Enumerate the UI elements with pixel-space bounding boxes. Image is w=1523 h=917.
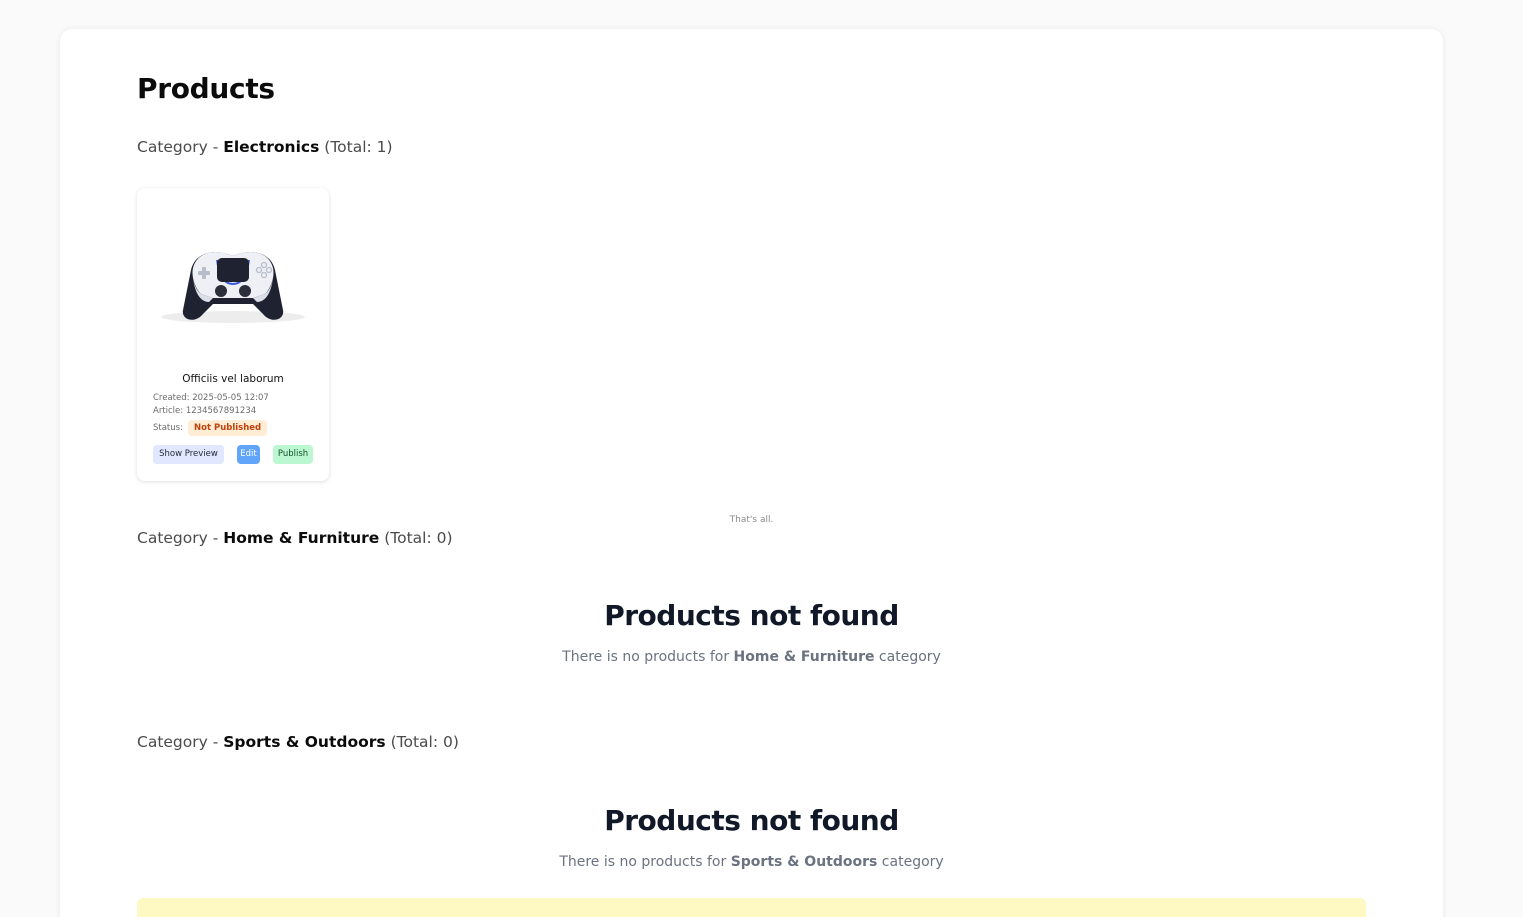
- empty-state-title: Products not found: [604, 599, 899, 632]
- category-total: 0: [436, 529, 447, 547]
- notice-bar: [137, 898, 1366, 917]
- product-card[interactable]: Officiis vel laborum Created: 2025-05-05…: [137, 188, 329, 481]
- empty-text-before: There is no products for: [562, 649, 734, 665]
- show-preview-button[interactable]: Show Preview: [153, 445, 224, 464]
- gamepad-controller-image: [161, 252, 305, 323]
- created-value: 2025-05-05 12:07: [192, 393, 269, 403]
- category-total-open: (Total:: [390, 733, 443, 751]
- empty-state-title: Products not found: [604, 804, 899, 837]
- category-total-close: ): [452, 733, 459, 751]
- product-title[interactable]: Officiis vel laborum: [137, 373, 329, 385]
- category-total-close: ): [446, 529, 453, 547]
- empty-text-after: category: [877, 854, 944, 870]
- category-name: Electronics: [223, 138, 320, 156]
- publish-button[interactable]: Publish: [273, 445, 313, 464]
- category-name: Sports & Outdoors: [223, 733, 386, 751]
- category-total-open: (Total:: [384, 529, 437, 547]
- empty-text-before: There is no products for: [559, 854, 731, 870]
- category-heading-home-furniture: Category - Home & Furniture (Total: 0): [137, 529, 453, 547]
- page-title: Products: [137, 72, 275, 105]
- empty-state-text: There is no products for Home & Furnitur…: [0, 649, 1503, 665]
- empty-category-name: Sports & Outdoors: [730, 854, 878, 870]
- category-heading-electronics: Category - Electronics (Total: 1): [137, 138, 393, 156]
- created-label: Created:: [153, 393, 193, 403]
- edit-button[interactable]: Edit: [237, 445, 260, 464]
- category-prefix: Category -: [137, 733, 224, 751]
- category-heading-sports-outdoors: Category - Sports & Outdoors (Total: 0): [137, 733, 459, 751]
- category-total: 0: [442, 733, 453, 751]
- empty-text-after: category: [874, 649, 941, 665]
- empty-category-name: Home & Furniture: [733, 649, 875, 665]
- category-prefix: Category -: [137, 529, 224, 547]
- category-total-open: (Total:: [324, 138, 377, 156]
- category-total-close: ): [386, 138, 393, 156]
- article-value: 1234567891234: [185, 406, 257, 416]
- status-badge: Not Published: [188, 420, 268, 436]
- product-created: Created: 2025-05-05 12:07: [153, 393, 269, 403]
- status-label: Status:: [153, 423, 183, 433]
- list-end-text: That's all.: [729, 515, 774, 525]
- article-label: Article:: [153, 406, 186, 416]
- category-name: Home & Furniture: [223, 529, 380, 547]
- category-total: 1: [376, 138, 387, 156]
- product-article: Article: 1234567891234: [153, 406, 256, 416]
- category-prefix: Category -: [137, 138, 224, 156]
- empty-state-text: There is no products for Sports & Outdoo…: [0, 854, 1503, 870]
